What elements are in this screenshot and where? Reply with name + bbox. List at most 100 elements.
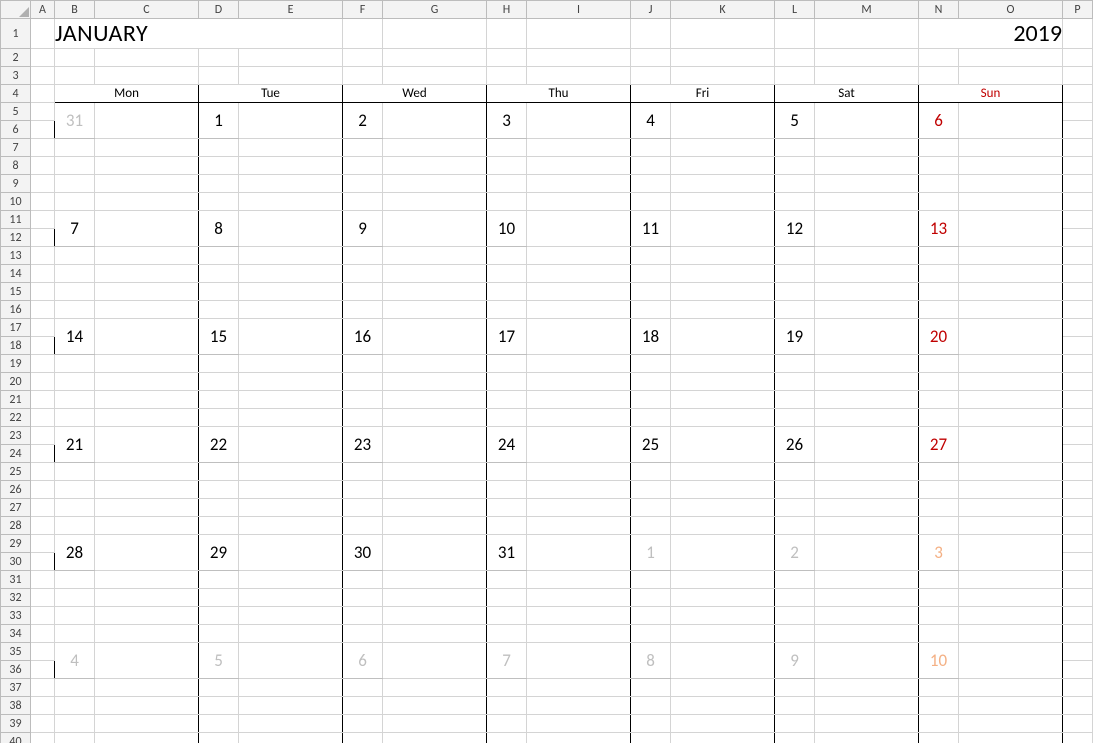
cell-I3[interactable]: [527, 67, 631, 85]
calendar-day[interactable]: 26: [775, 427, 815, 463]
cell-O40[interactable]: [959, 733, 1063, 743]
calendar-day-notes[interactable]: [959, 211, 1063, 247]
cell-P6[interactable]: [1063, 121, 1093, 139]
cell-J28[interactable]: [631, 517, 671, 535]
cell-M20[interactable]: [815, 373, 919, 391]
cell-K25[interactable]: [671, 463, 775, 481]
cell-C3[interactable]: [95, 67, 199, 85]
cell-A15[interactable]: [31, 283, 55, 301]
calendar-day[interactable]: 3: [919, 535, 959, 571]
cell-J34[interactable]: [631, 625, 671, 643]
cell-N2[interactable]: [919, 49, 959, 67]
cell-M32[interactable]: [815, 589, 919, 607]
calendar-day[interactable]: 27: [919, 427, 959, 463]
cell-I9[interactable]: [527, 175, 631, 193]
calendar-day[interactable]: 14: [55, 319, 95, 355]
cell-L27[interactable]: [775, 499, 815, 517]
cell-F3[interactable]: [343, 67, 383, 85]
cell-B22[interactable]: [55, 409, 95, 427]
cell-L22[interactable]: [775, 409, 815, 427]
cell-O10[interactable]: [959, 193, 1063, 211]
cell-M16[interactable]: [815, 301, 919, 319]
cell-O34[interactable]: [959, 625, 1063, 643]
cell-P25[interactable]: [1063, 463, 1093, 481]
row-header-26[interactable]: 26: [1, 481, 31, 499]
cell-P2[interactable]: [1063, 49, 1093, 67]
cell-J27[interactable]: [631, 499, 671, 517]
cell-P20[interactable]: [1063, 373, 1093, 391]
cell-N37[interactable]: [919, 679, 959, 697]
cell-F7[interactable]: [343, 139, 383, 157]
calendar-day-notes[interactable]: [95, 643, 199, 679]
cell-E31[interactable]: [239, 571, 343, 589]
cell-A34[interactable]: [31, 625, 55, 643]
cell-I32[interactable]: [527, 589, 631, 607]
cell-O20[interactable]: [959, 373, 1063, 391]
cell-G19[interactable]: [383, 355, 487, 373]
row-header-29[interactable]: 29: [1, 535, 31, 553]
cell-N14[interactable]: [919, 265, 959, 283]
cell-I15[interactable]: [527, 283, 631, 301]
cell-M7[interactable]: [815, 139, 919, 157]
cell-M33[interactable]: [815, 607, 919, 625]
cell-B16[interactable]: [55, 301, 95, 319]
calendar-day[interactable]: 31: [487, 535, 527, 571]
cell-N13[interactable]: [919, 247, 959, 265]
cell-M8[interactable]: [815, 157, 919, 175]
cell-O21[interactable]: [959, 391, 1063, 409]
cell-O16[interactable]: [959, 301, 1063, 319]
cell-G25[interactable]: [383, 463, 487, 481]
cell-G38[interactable]: [383, 697, 487, 715]
column-header-H[interactable]: H: [487, 1, 527, 19]
cell-C28[interactable]: [95, 517, 199, 535]
row-header-11[interactable]: 11: [1, 211, 31, 229]
cell-P28[interactable]: [1063, 517, 1093, 535]
row-header-5[interactable]: 5: [1, 103, 31, 121]
calendar-day[interactable]: 4: [631, 103, 671, 139]
cell-J7[interactable]: [631, 139, 671, 157]
cell-M34[interactable]: [815, 625, 919, 643]
cell-H8[interactable]: [487, 157, 527, 175]
cell-P8[interactable]: [1063, 157, 1093, 175]
cell-G33[interactable]: [383, 607, 487, 625]
cell-B15[interactable]: [55, 283, 95, 301]
cell-I33[interactable]: [527, 607, 631, 625]
cell-I19[interactable]: [527, 355, 631, 373]
cell-K21[interactable]: [671, 391, 775, 409]
cell-N19[interactable]: [919, 355, 959, 373]
cell-O13[interactable]: [959, 247, 1063, 265]
cell-M22[interactable]: [815, 409, 919, 427]
cell-K32[interactable]: [671, 589, 775, 607]
cell-J1[interactable]: [631, 19, 671, 49]
calendar-day-notes[interactable]: [383, 211, 487, 247]
cell-K2[interactable]: [671, 49, 775, 67]
calendar-day-notes[interactable]: [815, 427, 919, 463]
cell-G1[interactable]: [383, 19, 487, 49]
cell-G7[interactable]: [383, 139, 487, 157]
cell-N33[interactable]: [919, 607, 959, 625]
calendar-day[interactable]: 24: [487, 427, 527, 463]
cell-G10[interactable]: [383, 193, 487, 211]
calendar-day-notes[interactable]: [239, 643, 343, 679]
cell-P39[interactable]: [1063, 715, 1093, 733]
cell-B34[interactable]: [55, 625, 95, 643]
cell-H25[interactable]: [487, 463, 527, 481]
cell-H33[interactable]: [487, 607, 527, 625]
cell-G31[interactable]: [383, 571, 487, 589]
calendar-day-notes[interactable]: [383, 319, 487, 355]
cell-A26[interactable]: [31, 481, 55, 499]
calendar-day-notes[interactable]: [239, 535, 343, 571]
cell-A20[interactable]: [31, 373, 55, 391]
cell-K8[interactable]: [671, 157, 775, 175]
calendar-day-notes[interactable]: [527, 319, 631, 355]
calendar-day-notes[interactable]: [95, 319, 199, 355]
cell-H32[interactable]: [487, 589, 527, 607]
cell-F28[interactable]: [343, 517, 383, 535]
cell-L32[interactable]: [775, 589, 815, 607]
cell-E39[interactable]: [239, 715, 343, 733]
row-header-12[interactable]: 12: [1, 229, 31, 247]
cell-P31[interactable]: [1063, 571, 1093, 589]
cell-P10[interactable]: [1063, 193, 1093, 211]
calendar-day-notes[interactable]: [815, 103, 919, 139]
cell-G37[interactable]: [383, 679, 487, 697]
